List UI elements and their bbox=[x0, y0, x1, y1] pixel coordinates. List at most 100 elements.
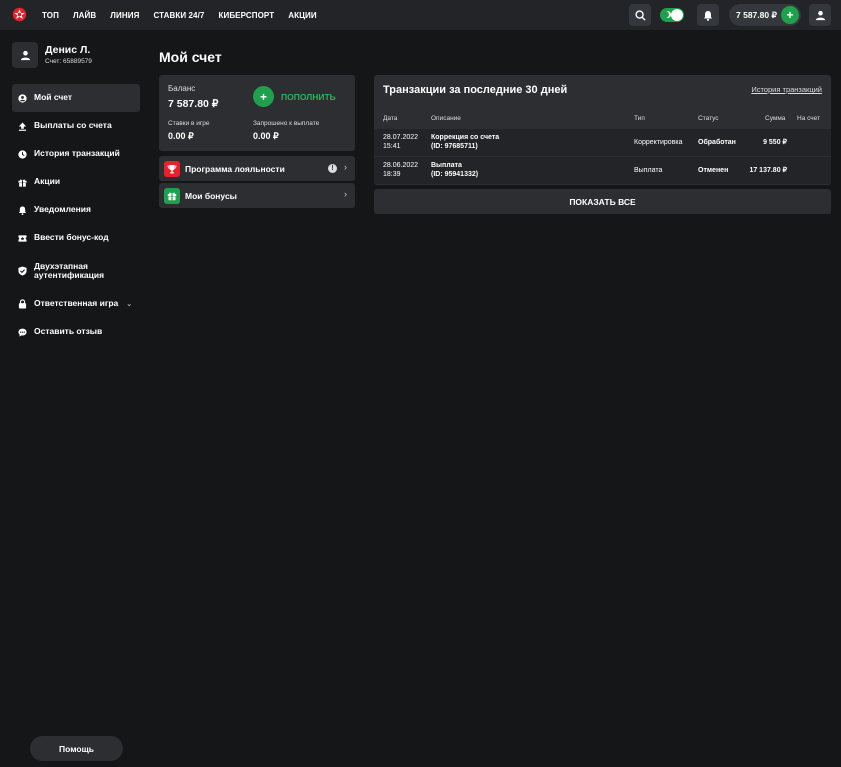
transactions-card: Транзакции за последние 30 дней История … bbox=[374, 75, 831, 185]
nav-item-live[interactable]: ЛАЙВ bbox=[73, 11, 96, 20]
loyalty-program-row[interactable]: Программа лояльности ! › bbox=[159, 156, 355, 181]
bell-icon bbox=[704, 10, 712, 21]
help-button[interactable]: Помощь bbox=[30, 736, 123, 761]
my-bonuses-row[interactable]: Мои бонусы › bbox=[159, 183, 355, 208]
balance-card: Баланс 7 587.80 ₽ + ПОПОЛНИТЬ Ставки в и… bbox=[159, 75, 355, 151]
bets-in-play-label: Ставки в игре bbox=[168, 120, 210, 127]
theme-toggle[interactable] bbox=[660, 8, 684, 22]
row-status: Отменен bbox=[698, 167, 729, 174]
sidebar-item-withdrawals[interactable]: Выплаты со счета bbox=[12, 112, 140, 140]
logo-icon[interactable] bbox=[12, 7, 27, 22]
row-description-text: Коррекция со счета bbox=[431, 134, 500, 141]
row-time-value: 15:41 bbox=[383, 143, 401, 151]
top-bar: ТОП ЛАЙВ ЛИНИЯ СТАВКИ 24/7 КИБЕРСПОРТ АК… bbox=[0, 0, 841, 30]
header-topup-button[interactable]: + bbox=[781, 6, 799, 24]
requested-withdrawal-value: 0.00 ₽ bbox=[253, 131, 279, 141]
sidebar-item-responsible-gaming[interactable]: Ответственная игра ⌄ bbox=[12, 290, 140, 318]
sidebar-item-label: Оставить отзыв bbox=[34, 326, 103, 337]
nav-item-esports[interactable]: КИБЕРСПОРТ bbox=[218, 11, 274, 20]
toggle-knob bbox=[671, 9, 683, 21]
requested-withdrawal-label: Запрошено к выплате bbox=[253, 120, 320, 127]
topup-button[interactable]: + ПОПОЛНИТЬ bbox=[253, 86, 336, 107]
bell-icon bbox=[18, 205, 27, 215]
row-description-text: Выплата bbox=[431, 162, 462, 169]
sidebar-item-transaction-history[interactable]: История транзакций bbox=[12, 140, 140, 168]
shield-icon bbox=[18, 266, 27, 276]
table-row: 28.07.2022 15:41 Коррекция со счета (ID:… bbox=[374, 129, 831, 156]
row-date-value: 28.07.2022 bbox=[383, 134, 419, 141]
plus-icon: + bbox=[253, 86, 274, 107]
sidebar-item-promotions[interactable]: Акции bbox=[12, 168, 140, 196]
moon-icon bbox=[664, 11, 671, 18]
account-circle-icon bbox=[18, 93, 27, 103]
nav-item-promotions[interactable]: АКЦИИ bbox=[288, 11, 317, 20]
row-description-id: (ID: 95941332) bbox=[431, 171, 479, 179]
nav-item-bets-247[interactable]: СТАВКИ 24/7 bbox=[153, 11, 204, 20]
sidebar: Мой счет Выплаты со счета История транза… bbox=[12, 84, 140, 346]
column-header-type: Тип bbox=[634, 115, 645, 122]
gift-icon bbox=[18, 178, 27, 187]
info-icon[interactable]: ! bbox=[328, 164, 337, 173]
header-balance-value: 7 587.80 ₽ bbox=[736, 9, 777, 20]
nav-item-top[interactable]: ТОП bbox=[42, 11, 59, 20]
trophy-icon bbox=[164, 160, 180, 177]
sidebar-item-label: Акции bbox=[34, 176, 61, 187]
column-header-description: Описание bbox=[431, 115, 461, 122]
balance-amount: 7 587.80 ₽ bbox=[168, 98, 219, 110]
sidebar-item-bonus-code[interactable]: Ввести бонус-код bbox=[12, 224, 140, 252]
loyalty-program-label: Программа лояльности bbox=[185, 163, 285, 174]
row-date-value: 28.06.2022 bbox=[383, 162, 419, 169]
clock-icon bbox=[18, 149, 27, 159]
row-type: Корректировка bbox=[634, 139, 683, 146]
show-all-button[interactable]: ПОКАЗАТЬ ВСЕ bbox=[374, 189, 831, 214]
sidebar-item-my-account[interactable]: Мой счет bbox=[12, 84, 140, 112]
search-icon bbox=[634, 9, 646, 21]
bets-in-play-value: 0.00 ₽ bbox=[168, 131, 194, 141]
lock-icon bbox=[18, 299, 27, 309]
column-header-to-account: На счет bbox=[797, 115, 821, 122]
search-button[interactable] bbox=[629, 4, 651, 26]
sidebar-item-label: Выплаты со счета bbox=[34, 120, 112, 131]
sidebar-item-two-factor[interactable]: Двухэтапная аутентификация bbox=[12, 252, 140, 290]
chevron-right-icon: › bbox=[344, 162, 347, 172]
chat-icon bbox=[18, 328, 27, 337]
sidebar-item-label: Ответственная игра bbox=[34, 298, 119, 309]
my-bonuses-label: Мои бонусы bbox=[185, 190, 237, 201]
profile-button[interactable] bbox=[809, 4, 831, 26]
sidebar-item-label: Мой счет bbox=[34, 92, 73, 103]
main-nav: ТОП ЛАЙВ ЛИНИЯ СТАВКИ 24/7 КИБЕРСПОРТ АК… bbox=[42, 0, 331, 30]
upload-icon bbox=[18, 121, 27, 131]
nav-item-line[interactable]: ЛИНИЯ bbox=[110, 11, 139, 20]
sidebar-item-notifications[interactable]: Уведомления bbox=[12, 196, 140, 224]
sidebar-item-feedback[interactable]: Оставить отзыв bbox=[12, 318, 140, 346]
row-description: Коррекция со счета (ID: 97685711) bbox=[431, 133, 499, 151]
column-header-status: Статус bbox=[698, 115, 719, 122]
sidebar-item-label: Двухэтапная аутентификация bbox=[34, 260, 105, 280]
ticket-icon bbox=[18, 234, 27, 243]
sidebar-item-label: Уведомления bbox=[34, 204, 91, 215]
sidebar-item-label: История транзакций bbox=[34, 148, 120, 159]
user-card: Денис Л. Счет: 65889579 bbox=[12, 42, 92, 68]
transaction-history-link[interactable]: История транзакций bbox=[751, 85, 822, 94]
gift-icon bbox=[164, 187, 180, 204]
row-amount: 9 550 ₽ bbox=[763, 139, 787, 146]
chevron-down-icon[interactable]: ⌄ bbox=[126, 300, 132, 308]
row-description-id: (ID: 97685711) bbox=[431, 143, 478, 151]
row-type: Выплата bbox=[634, 167, 663, 174]
column-header-amount: Сумма bbox=[765, 115, 786, 122]
header-balance[interactable]: 7 587.80 ₽ + bbox=[729, 4, 801, 26]
chevron-right-icon: › bbox=[344, 189, 347, 199]
column-header-date: Дата bbox=[383, 115, 398, 122]
row-status: Обработан bbox=[698, 139, 736, 146]
sidebar-item-label: Ввести бонус-код bbox=[34, 232, 109, 243]
page-title: Мой счет bbox=[159, 49, 222, 65]
person-icon bbox=[20, 50, 30, 60]
user-name: Денис Л. bbox=[45, 44, 91, 56]
table-row: 28.06.2022 18:39 Выплата (ID: 95941332) … bbox=[374, 157, 831, 184]
plus-icon: + bbox=[786, 8, 794, 22]
notifications-button[interactable] bbox=[697, 4, 719, 26]
row-amount: 17 137.80 ₽ bbox=[749, 167, 787, 174]
topup-label: ПОПОЛНИТЬ bbox=[281, 91, 336, 102]
transactions-title: Транзакции за последние 30 дней bbox=[383, 84, 568, 96]
person-icon bbox=[815, 10, 825, 20]
